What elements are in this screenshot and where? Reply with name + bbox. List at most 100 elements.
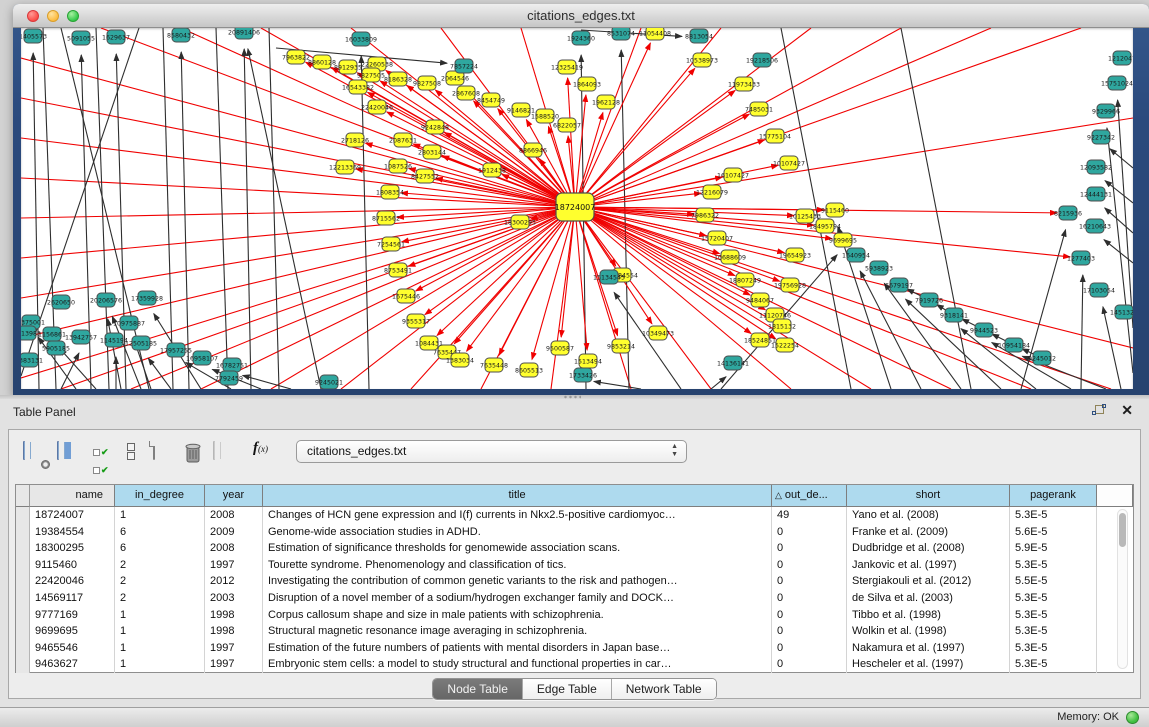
graph-node[interactable] [313,55,331,69]
graph-node[interactable] [320,375,338,389]
graph-node[interactable] [649,326,667,340]
graph-hub-node[interactable] [556,193,594,221]
delete-trash-icon[interactable] [183,442,207,466]
table-row[interactable]: 946554611997Estimation of the future num… [16,640,1133,657]
graph-node[interactable] [612,28,630,40]
graph-node[interactable] [796,209,814,223]
graph-node[interactable] [482,93,500,107]
graph-node[interactable] [167,343,185,357]
graph-node[interactable] [536,109,554,123]
graph-node[interactable] [1113,51,1131,65]
graph-node[interactable] [750,102,768,116]
graph-node[interactable] [703,185,721,199]
scrollbar-thumb[interactable] [1119,513,1126,547]
graph-node[interactable] [235,28,253,39]
column-header-short[interactable]: short [847,485,1010,507]
window-titlebar[interactable]: citations_edges.txt [13,4,1149,28]
graph-node[interactable] [724,356,742,370]
graph-node[interactable] [172,28,190,42]
graph-node[interactable] [696,208,714,222]
graph-node[interactable] [416,169,434,183]
graph-node[interactable] [132,336,150,350]
column-header-year[interactable]: year [205,485,263,507]
graph-node[interactable] [72,330,90,344]
graph-node[interactable] [786,248,804,262]
graph-node[interactable] [1090,283,1108,297]
graph-node[interactable] [336,160,354,174]
graph-node[interactable] [735,77,753,91]
tab-edge-table[interactable]: Edge Table [523,679,612,699]
graph-node[interactable] [512,103,530,117]
table-row[interactable]: 969969511998Structural magnetic resonanc… [16,623,1133,640]
graph-node[interactable] [1087,187,1105,201]
graph-node[interactable] [558,60,576,74]
graph-node[interactable] [945,308,963,322]
table-vertical-scrollbar[interactable] [1117,509,1128,669]
tab-node-table[interactable]: Node Table [433,679,523,699]
graph-node[interactable] [600,270,618,284]
graph-node[interactable] [105,333,123,347]
graph-node[interactable] [485,358,503,372]
graph-node[interactable] [21,353,38,367]
graph-node[interactable] [346,133,364,147]
network-table-selector[interactable]: citations_edges.txt ▲▼ [296,440,687,463]
graph-node[interactable] [382,237,400,251]
graph-node[interactable] [389,263,407,277]
graph-node[interactable] [1072,251,1090,265]
graph-node[interactable] [24,29,42,43]
graph-node[interactable] [834,233,852,247]
graph-node[interactable] [753,53,771,67]
graph-node[interactable] [107,30,125,44]
graph-node[interactable] [572,31,590,45]
network-canvas[interactable]: 7963822886012889129352226053898275051654… [21,28,1133,389]
graph-node[interactable] [511,215,529,229]
graph-node[interactable] [847,248,865,262]
graph-node[interactable] [451,353,469,367]
graph-node[interactable] [520,363,538,377]
row-height-icon[interactable] [127,442,151,466]
tab-network-table[interactable]: Network Table [612,679,716,699]
graph-node[interactable] [43,327,61,341]
graph-node[interactable] [377,211,395,225]
table-row[interactable]: 1938455462009Genome-wide association stu… [16,524,1133,541]
table-row[interactable]: 946362711997Embryonic stem cells: a mode… [16,656,1133,673]
table-row[interactable]: 1872400712008Changes of HCN gene express… [16,507,1133,524]
graph-node[interactable] [223,358,241,372]
graph-node[interactable] [397,289,415,303]
column-header-in-degree[interactable]: in_degree [115,485,205,507]
graph-node[interactable] [736,273,754,287]
graph-node[interactable] [724,168,742,182]
graph-node[interactable] [1033,351,1051,365]
graph-node[interactable] [826,203,844,217]
column-header-out-degree[interactable]: △out_de... [772,485,847,507]
table-row[interactable]: 1456911722003Disruption of a novel membe… [16,590,1133,607]
graph-node[interactable] [597,95,615,109]
graph-node[interactable] [890,278,908,292]
graph-node[interactable] [287,50,305,64]
graph-node[interactable] [751,293,769,307]
graph-node[interactable] [426,120,444,134]
graph-node[interactable] [1005,338,1023,352]
graph-node[interactable] [389,72,407,86]
graph-node[interactable] [1086,219,1104,233]
graph-node[interactable] [349,80,367,94]
graph-node[interactable] [193,351,211,365]
column-header-title[interactable]: title [263,485,772,507]
graph-node[interactable] [1115,305,1133,319]
graph-node[interactable] [870,261,888,275]
graph-node[interactable] [721,250,739,264]
graph-node[interactable] [352,32,370,46]
graph-node[interactable] [1087,160,1105,174]
graph-node[interactable] [578,77,596,91]
graph-node[interactable] [483,163,501,177]
graph-node[interactable] [551,341,569,355]
graph-node[interactable] [339,60,357,74]
graph-node[interactable] [21,326,36,340]
table-row[interactable]: 911546021997Tourette syndrome. Phenomeno… [16,557,1133,574]
function-fx-icon[interactable]: f(x) [253,440,277,464]
graph-node[interactable] [423,145,441,159]
graph-node[interactable] [368,100,386,114]
graph-node[interactable] [1092,130,1110,144]
graph-node[interactable] [751,333,769,347]
graph-node[interactable] [407,314,425,328]
